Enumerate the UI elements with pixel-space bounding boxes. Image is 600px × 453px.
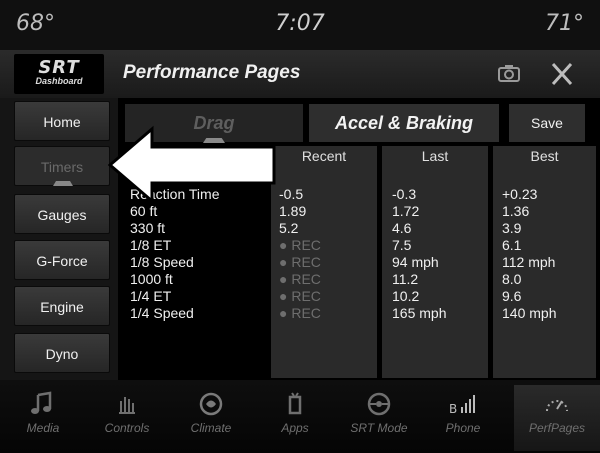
rec-label: REC bbox=[291, 288, 321, 304]
table-cell: 7.5 bbox=[392, 237, 412, 253]
nav-label: Climate bbox=[190, 421, 232, 435]
nav-media[interactable]: Media bbox=[0, 385, 86, 451]
nav-apps[interactable]: Apps bbox=[252, 385, 338, 451]
table-cell: 5.2 bbox=[279, 220, 299, 236]
header-last: Last bbox=[421, 148, 449, 164]
table-cell: 1.72 bbox=[392, 203, 420, 219]
close-icon[interactable] bbox=[544, 58, 580, 90]
save-button[interactable]: Save bbox=[509, 104, 585, 142]
rec-label: REC bbox=[291, 271, 321, 287]
table-cell: 112 mph bbox=[502, 254, 556, 270]
status-bar: 68° 7:07 71° bbox=[0, 0, 600, 50]
srt-dashboard-logo: SRT Dashboard bbox=[14, 54, 104, 94]
sidebar-item-label: Timers bbox=[40, 159, 84, 175]
table-cell: 165 mph bbox=[392, 305, 447, 321]
row-label: 1/8 ET bbox=[130, 237, 172, 253]
table-cell: 4.6 bbox=[392, 220, 412, 236]
outside-temp-right: 71° bbox=[545, 11, 584, 36]
nav-controls[interactable]: Controls bbox=[84, 385, 170, 451]
tab-accel-braking[interactable]: Accel & Braking bbox=[309, 104, 499, 142]
selected-indicator bbox=[53, 181, 73, 186]
nav-label: Apps bbox=[281, 421, 309, 435]
logo-srt: SRT bbox=[38, 57, 80, 78]
table-cell: 6.1 bbox=[502, 237, 522, 253]
recent-values: -0.5 1.89 5.2 ● REC ● REC ● REC ● REC ● … bbox=[279, 186, 321, 322]
nav-label: Controls bbox=[104, 421, 150, 435]
table-cell: 1.89 bbox=[279, 203, 307, 219]
best-values: +0.23 1.36 3.9 6.1 112 mph 8.0 9.6 140 m… bbox=[502, 186, 556, 322]
sidebar-item-g-force[interactable]: G-Force bbox=[14, 240, 110, 280]
rec-indicator: ● REC bbox=[279, 305, 321, 321]
rec-label: REC bbox=[291, 237, 321, 253]
nav-label: Media bbox=[26, 421, 60, 435]
table-cell: -0.3 bbox=[392, 186, 417, 202]
rec-indicator: ● REC bbox=[279, 271, 321, 287]
rec-label: REC bbox=[291, 254, 321, 270]
nav-label: PerfPages bbox=[528, 421, 586, 435]
table-cell: 11.2 bbox=[392, 271, 419, 287]
last-values: -0.3 1.72 4.6 7.5 94 mph 11.2 10.2 165 m… bbox=[392, 186, 446, 322]
nav-phone[interactable]: B Phone bbox=[420, 385, 506, 451]
table-cell: +0.23 bbox=[502, 186, 538, 202]
clock: 7:07 bbox=[275, 11, 325, 36]
apps-icon bbox=[288, 392, 302, 415]
climate-icon bbox=[199, 392, 223, 416]
row-label: 1000 ft bbox=[130, 271, 173, 287]
signal-bars-icon: B bbox=[449, 395, 475, 416]
music-note-icon bbox=[31, 391, 52, 414]
table-cell: 140 mph bbox=[502, 305, 557, 321]
nav-label: SRT Mode bbox=[350, 421, 408, 435]
table-cell: 10.2 bbox=[392, 288, 420, 304]
nav-label: Phone bbox=[445, 421, 481, 435]
svg-text:B: B bbox=[449, 402, 457, 416]
header-best: Best bbox=[530, 148, 559, 164]
rec-indicator: ● REC bbox=[279, 254, 321, 270]
table-cell: 94 mph bbox=[392, 254, 439, 270]
header-recent: Recent bbox=[301, 148, 347, 164]
rec-indicator: ● REC bbox=[279, 288, 321, 304]
row-label: 1/4 Speed bbox=[130, 305, 194, 321]
table-cell: 1.36 bbox=[502, 203, 530, 219]
table-cell: -0.5 bbox=[279, 186, 304, 202]
row-labels: Reaction Time 60 ft 330 ft 1/8 ET 1/8 Sp… bbox=[130, 186, 219, 322]
nav-climate[interactable]: Climate bbox=[168, 385, 254, 451]
steering-wheel-icon bbox=[367, 392, 391, 416]
table-cell: 8.0 bbox=[502, 271, 522, 287]
logo-dashboard: Dashboard bbox=[35, 76, 83, 86]
sidebar-item-timers[interactable]: Timers bbox=[14, 146, 110, 186]
camera-icon[interactable] bbox=[498, 64, 520, 82]
sidebar-item-dyno[interactable]: Dyno bbox=[14, 333, 110, 373]
row-label: 330 ft bbox=[130, 220, 166, 236]
sidebar-item-gauges[interactable]: Gauges bbox=[14, 194, 110, 234]
hand-controls-icon bbox=[119, 397, 135, 414]
sidebar-item-engine[interactable]: Engine bbox=[14, 286, 110, 326]
rec-label: REC bbox=[291, 305, 321, 321]
nav-srt-mode[interactable]: SRT Mode bbox=[336, 385, 422, 451]
table-cell: 9.6 bbox=[502, 288, 522, 304]
table-cell: 3.9 bbox=[502, 220, 522, 236]
row-label: 1/4 ET bbox=[130, 288, 172, 304]
nav-perfpages[interactable]: PerfPages bbox=[514, 385, 600, 451]
row-label: 1/8 Speed bbox=[130, 254, 194, 270]
title-bar: SRT Dashboard Performance Pages bbox=[0, 50, 600, 98]
callout-arrow bbox=[108, 125, 276, 205]
row-label: 60 ft bbox=[130, 203, 158, 219]
rec-indicator: ● REC bbox=[279, 237, 321, 253]
page-title: Performance Pages bbox=[123, 62, 301, 83]
speedometer-icon bbox=[546, 400, 568, 412]
sidebar-item-home[interactable]: Home bbox=[14, 101, 110, 141]
